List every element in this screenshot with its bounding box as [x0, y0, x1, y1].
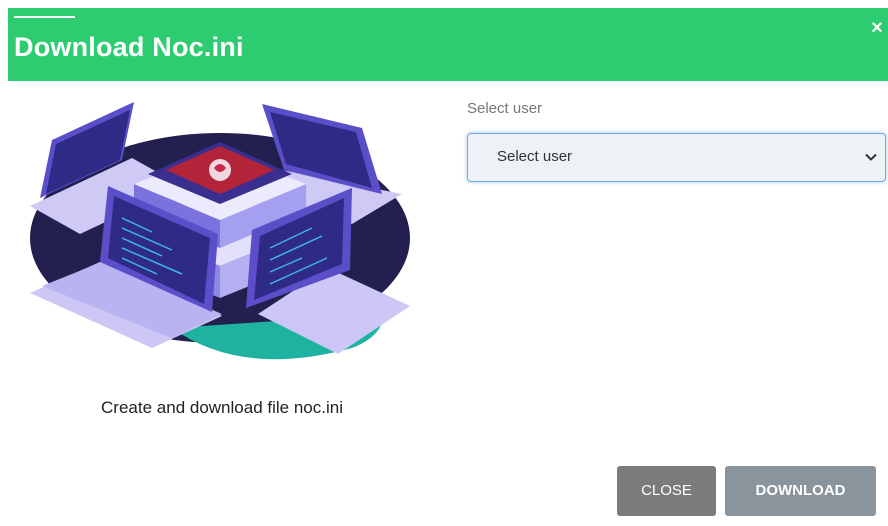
chevron-down-icon [865, 153, 877, 161]
close-icon[interactable]: × [868, 17, 886, 39]
download-noc-dialog: Download Noc.ini × Create and download f… [0, 0, 888, 526]
network-illustration [30, 102, 410, 360]
download-button[interactable]: DOWNLOAD [725, 466, 876, 516]
illustration-caption: Create and download file noc.ini [101, 398, 343, 417]
header-accent-line [14, 16, 75, 18]
user-select-value: Select user [497, 148, 573, 165]
close-button[interactable]: CLOSE [617, 466, 716, 516]
dialog-title: Download Noc.ini [14, 32, 244, 62]
user-select[interactable]: Select user [467, 133, 886, 182]
user-select-label: Select user [467, 100, 543, 117]
dialog-header: Download Noc.ini × [8, 8, 888, 81]
